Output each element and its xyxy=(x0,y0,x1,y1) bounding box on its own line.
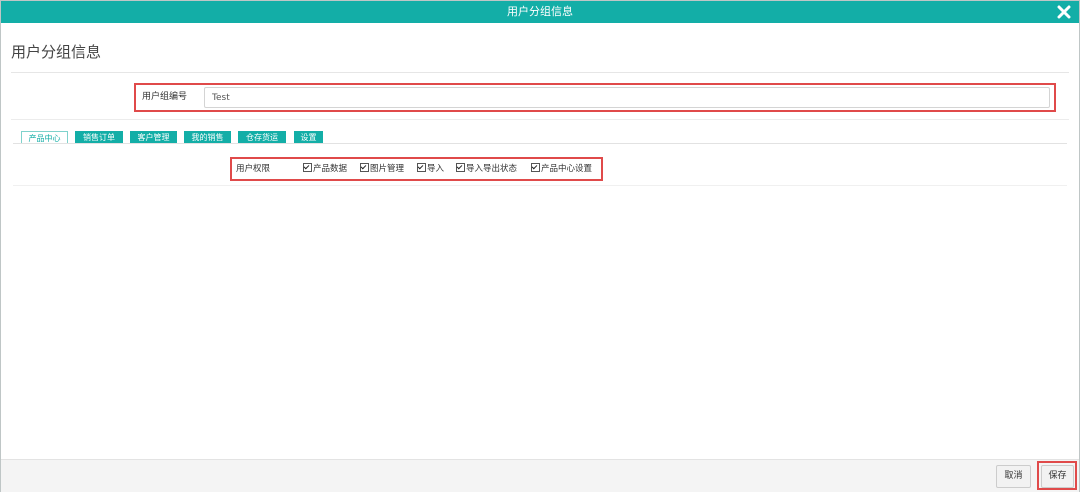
permissions-row: 用户权限 产品数据 图片管理 导入 导入导出状态 产品中心设置 xyxy=(230,157,603,181)
permission-option-label: 导入 xyxy=(427,164,445,174)
close-icon[interactable] xyxy=(1057,4,1071,20)
group-id-label: 用户组编号 xyxy=(142,92,188,102)
permission-option-product-data[interactable]: 产品数据 xyxy=(303,159,347,179)
page-title: 用户分组信息 xyxy=(11,43,102,61)
checkbox-checked-icon[interactable] xyxy=(303,163,312,172)
permission-option-label: 产品中心设置 xyxy=(541,164,593,174)
permission-option-import[interactable]: 导入 xyxy=(417,159,444,179)
checkbox-checked-icon[interactable] xyxy=(360,163,369,172)
divider xyxy=(11,119,1069,120)
user-group-dialog: 用户分组信息 用户分组信息 用户组编号 产品中心 销售订单 客户管理 我的销售 … xyxy=(0,0,1080,492)
permission-option-label: 产品数据 xyxy=(313,164,348,174)
group-id-input[interactable] xyxy=(204,87,1050,108)
permission-option-image-management[interactable]: 图片管理 xyxy=(360,159,404,179)
divider xyxy=(11,72,1069,73)
checkbox-checked-icon[interactable] xyxy=(456,163,465,172)
permission-option-import-export-status[interactable]: 导入导出状态 xyxy=(456,159,517,179)
dialog-titlebar: 用户分组信息 xyxy=(1,1,1079,23)
tab-underline xyxy=(13,143,1067,144)
permission-option-product-center-settings[interactable]: 产品中心设置 xyxy=(531,159,592,179)
divider xyxy=(13,185,1067,186)
save-button-highlight xyxy=(1037,461,1077,490)
checkbox-checked-icon[interactable] xyxy=(417,163,426,172)
permission-option-label: 图片管理 xyxy=(370,164,405,174)
dialog-title: 用户分组信息 xyxy=(507,5,573,18)
permissions-label: 用户权限 xyxy=(236,164,271,174)
cancel-button[interactable]: 取消 xyxy=(996,465,1031,488)
permission-option-label: 导入导出状态 xyxy=(466,164,518,174)
checkbox-checked-icon[interactable] xyxy=(531,163,540,172)
dialog-footer: 取消 保存 xyxy=(1,459,1079,492)
group-id-field-row: 用户组编号 xyxy=(134,83,1056,112)
